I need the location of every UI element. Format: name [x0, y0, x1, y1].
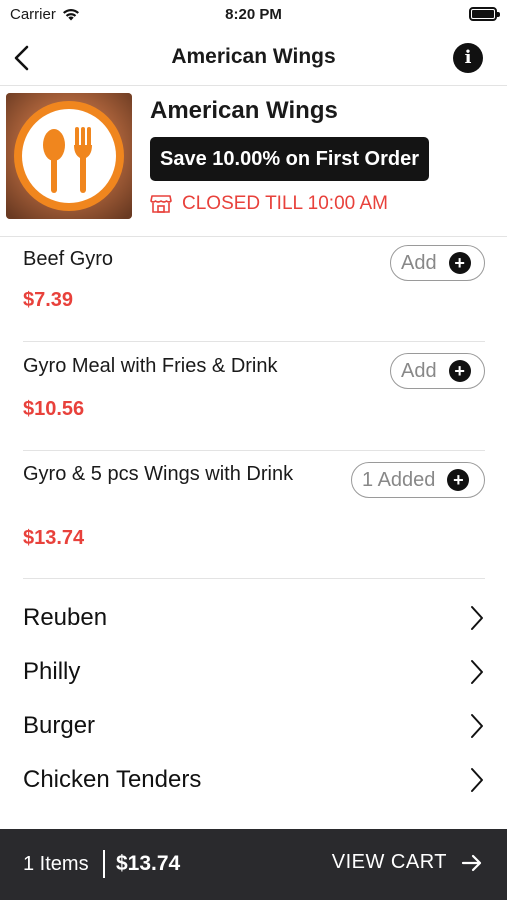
menu-item[interactable]: Gyro & 5 pcs Wings with Drink $13.74 1 A… [23, 451, 485, 579]
navigation-bar: American Wings i [0, 30, 507, 86]
category-label: Reuben [23, 604, 108, 631]
category-row-reuben[interactable]: Reuben [23, 596, 485, 640]
plus-icon: + [448, 360, 471, 382]
cart-bar[interactable]: 1 Items $13.74 VIEW CART [0, 829, 507, 900]
added-button[interactable]: 1 Added + [351, 462, 485, 498]
chevron-right-icon [471, 768, 483, 792]
menu-item-name: Gyro & 5 pcs Wings with Drink [23, 463, 294, 485]
category-row-chicken-tenders[interactable]: Chicken Tenders [23, 758, 485, 802]
page-title: American Wings [171, 45, 336, 68]
info-button[interactable]: i [453, 43, 483, 73]
status-bar: Carrier 8:20 PM [0, 0, 507, 30]
promo-badge: Save 10.00% on First Order [150, 137, 430, 181]
add-button[interactable]: Add + [390, 353, 485, 389]
add-button-label: 1 Added [362, 468, 436, 491]
add-button[interactable]: Add + [390, 245, 485, 281]
store-status: CLOSED TILL 10:00 AM [150, 193, 388, 215]
spoon-fork-icon [6, 93, 132, 219]
cart-total: $13.74 [116, 852, 181, 875]
category-label: Burger [23, 712, 96, 739]
restaurant-name: American Wings [150, 97, 338, 124]
menu-item-name: Beef Gyro [23, 248, 114, 270]
info-icon: i [464, 47, 472, 68]
category-label: Philly [23, 658, 81, 685]
menu-item-name: Gyro Meal with Fries & Drink [23, 355, 278, 377]
category-row-philly[interactable]: Philly [23, 650, 485, 694]
store-status-label: CLOSED TILL 10:00 AM [182, 193, 388, 214]
restaurant-logo [6, 93, 132, 219]
restaurant-header: American Wings Save 10.00% on First Orde… [0, 87, 507, 237]
plus-icon: + [447, 469, 470, 491]
add-button-label: Add [401, 359, 437, 382]
view-cart-label: VIEW CART [331, 851, 447, 873]
chevron-right-icon [471, 660, 483, 684]
menu-item-price: $10.56 [23, 398, 85, 420]
menu-item-price: $13.74 [23, 527, 85, 549]
category-row-burger[interactable]: Burger [23, 704, 485, 748]
menu-item[interactable]: Beef Gyro $7.39 Add + [23, 237, 485, 342]
menu-item[interactable]: Gyro Meal with Fries & Drink $10.56 Add … [23, 342, 485, 451]
cart-item-count: 1 Items [23, 853, 89, 875]
add-button-label: Add [401, 251, 437, 274]
store-icon [150, 195, 172, 213]
battery-icon [469, 7, 500, 21]
plus-icon: + [448, 252, 471, 274]
arrow-right-icon [461, 854, 482, 871]
chevron-right-icon [471, 606, 483, 630]
chevron-right-icon [471, 714, 483, 738]
cart-divider [103, 850, 105, 878]
view-cart-button[interactable]: VIEW CART [332, 851, 483, 874]
clock: 8:20 PM [225, 6, 282, 23]
category-label: Chicken Tenders [23, 766, 202, 793]
menu-item-price: $7.39 [23, 289, 74, 311]
